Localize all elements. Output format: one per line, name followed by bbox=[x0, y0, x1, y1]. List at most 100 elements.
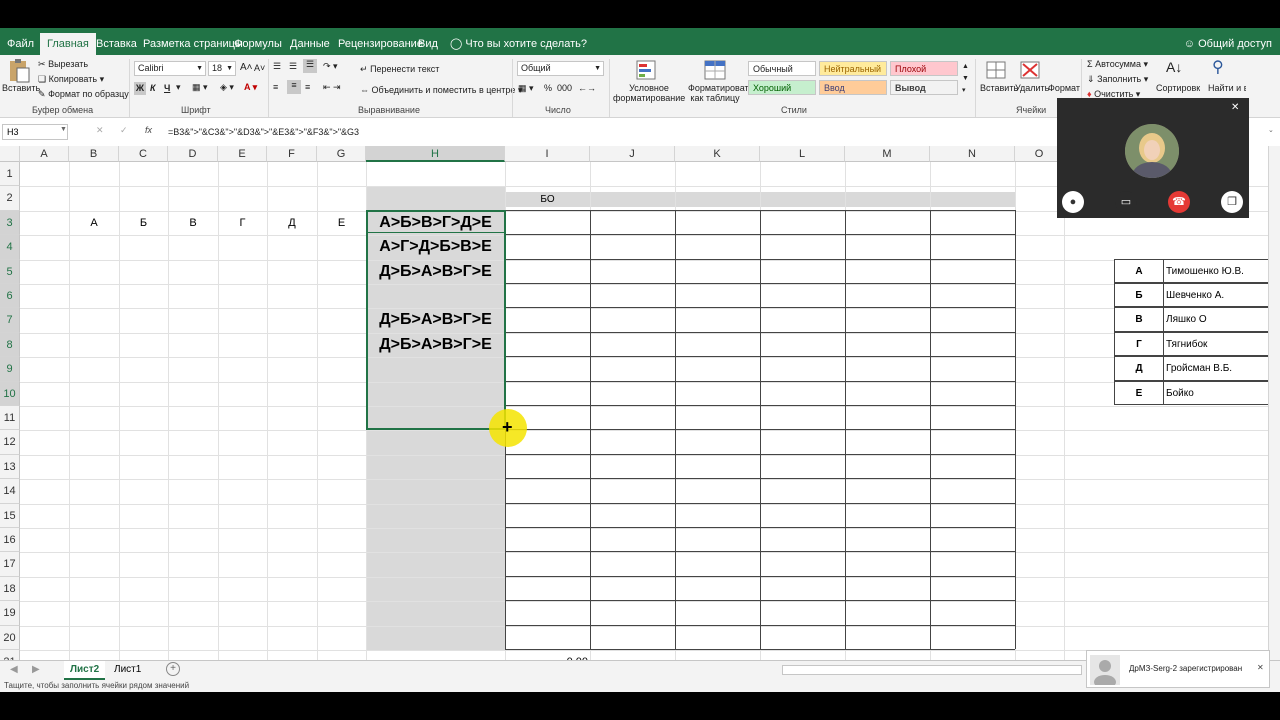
column-header-d[interactable]: D bbox=[168, 146, 218, 162]
style-good[interactable]: Хороший bbox=[748, 80, 816, 95]
prev-sheet-icon[interactable]: ◀ bbox=[10, 664, 18, 675]
currency-icon[interactable]: ▦ ▾ bbox=[518, 83, 534, 94]
row-header-13[interactable]: 13 bbox=[0, 454, 20, 480]
column-header-a[interactable]: A bbox=[20, 146, 69, 162]
check-icon[interactable]: ✓ bbox=[120, 125, 128, 136]
formula-input[interactable]: =B3&">"&C3&">"&D3&">"&E3&">"&F3&">"&G3 bbox=[168, 124, 359, 140]
align-top-icon[interactable]: ☰ bbox=[273, 61, 281, 72]
underline-button[interactable]: Ч bbox=[164, 82, 170, 95]
row-header-19[interactable]: 19 bbox=[0, 601, 20, 626]
add-sheet-icon[interactable]: + bbox=[166, 662, 180, 676]
align-bottom-icon[interactable]: ☰ bbox=[303, 59, 317, 73]
select-all-corner[interactable] bbox=[0, 146, 20, 162]
orientation-icon[interactable]: ↷ ▾ bbox=[323, 61, 338, 72]
switch-window-icon[interactable]: ❐ bbox=[1221, 191, 1243, 213]
legend-name[interactable]: Тягнибок bbox=[1164, 331, 1270, 357]
row-header-7[interactable]: 7 bbox=[0, 308, 20, 333]
indent-icon[interactable]: ⇤ ⇥ bbox=[323, 82, 341, 93]
worksheet-grid[interactable]: A B C D E F G H I J K L M N O 1 2 3 4 5 6 7 8 9 10 11 12 13 14 15 16 17… bbox=[0, 146, 1280, 700]
copy-button[interactable]: ❏ Копировать ▾ bbox=[38, 74, 104, 85]
cell-header-letter[interactable]: Д bbox=[267, 211, 317, 235]
grow-font-button[interactable]: A˄ bbox=[240, 62, 253, 73]
sheet-tab-list2[interactable]: Лист2 bbox=[64, 661, 106, 680]
expand-formula-icon[interactable]: ⌄ bbox=[1268, 126, 1274, 134]
thousands-button[interactable]: 000 bbox=[557, 83, 572, 93]
format-cells-button[interactable]: Формат bbox=[1048, 83, 1080, 93]
row-header-9[interactable]: 9 bbox=[0, 357, 20, 382]
insert-cells-button[interactable]: Вставить bbox=[980, 83, 1018, 93]
row-header-16[interactable]: 16 bbox=[0, 528, 20, 553]
italic-button[interactable]: К bbox=[150, 82, 156, 95]
column-header-f[interactable]: F bbox=[267, 146, 317, 162]
name-box[interactable]: H3 bbox=[2, 124, 68, 140]
row-header-12[interactable]: 12 bbox=[0, 430, 20, 455]
style-bad[interactable]: Плохой bbox=[890, 61, 958, 76]
align-left-icon[interactable]: ≡ bbox=[273, 82, 278, 92]
close-icon[interactable]: ✕ bbox=[1231, 102, 1239, 113]
legend-key[interactable]: Г bbox=[1114, 331, 1164, 357]
row-header-20[interactable]: 20 bbox=[0, 625, 20, 650]
paste-button[interactable]: Вставить bbox=[2, 83, 40, 93]
legend-key[interactable]: Е bbox=[1114, 380, 1164, 405]
percent-button[interactable]: % bbox=[544, 83, 552, 93]
wrap-text-button[interactable]: ↵ Перенести текст bbox=[360, 64, 439, 75]
styles-scroll-icon[interactable]: ▲ ▼ ▾ bbox=[962, 61, 969, 97]
cell-header-letter[interactable]: Г bbox=[218, 211, 267, 235]
column-header-n[interactable]: N bbox=[930, 146, 1015, 162]
next-sheet-icon[interactable]: ▶ bbox=[32, 664, 40, 675]
row-header-6[interactable]: 6 bbox=[0, 284, 20, 309]
autosum-button[interactable]: Σ Автосумма ▾ bbox=[1087, 59, 1148, 70]
camera-off-icon[interactable]: ▭ bbox=[1115, 191, 1137, 213]
notification-toast[interactable]: ДрМЗ-Serg-2 зарегистрирован ✕ bbox=[1086, 650, 1270, 689]
column-header-k[interactable]: K bbox=[675, 146, 760, 162]
chevron-down-icon[interactable]: ▼ bbox=[60, 126, 67, 133]
cell-header-letter[interactable]: Е bbox=[317, 211, 366, 235]
format-as-table-button[interactable]: Форматировать как таблицу bbox=[688, 83, 753, 103]
column-header-m[interactable]: M bbox=[845, 146, 930, 162]
cell-i2[interactable]: БО bbox=[505, 186, 590, 210]
column-header-g[interactable]: G bbox=[317, 146, 366, 162]
style-input[interactable]: Ввод bbox=[819, 80, 887, 95]
vertical-scrollbar[interactable] bbox=[1268, 146, 1280, 661]
cancel-icon[interactable]: ✕ bbox=[96, 125, 104, 136]
font-color-icon[interactable]: A ▾ bbox=[244, 82, 257, 93]
style-neutral[interactable]: Нейтральный bbox=[819, 61, 887, 76]
tab-data[interactable]: Данные bbox=[283, 28, 337, 55]
fill-color-icon[interactable]: ◈ ▾ bbox=[220, 82, 234, 93]
column-header-b[interactable]: B bbox=[69, 146, 119, 162]
tell-me-search[interactable]: ◯ Что вы хотите сделать? bbox=[450, 28, 587, 55]
align-right-icon[interactable]: ≡ bbox=[305, 82, 310, 92]
bold-button[interactable]: Ж bbox=[134, 82, 146, 95]
style-output[interactable]: Вывод bbox=[890, 80, 958, 95]
style-normal[interactable]: Обычный bbox=[748, 61, 816, 76]
legend-key[interactable]: В bbox=[1114, 307, 1164, 332]
legend-name[interactable]: Тимошенко Ю.В. bbox=[1164, 258, 1270, 283]
column-header-e[interactable]: E bbox=[218, 146, 267, 162]
delete-cells-button[interactable]: Удалить bbox=[1015, 83, 1049, 93]
find-select-button[interactable]: Найти и выделить bbox=[1208, 83, 1246, 93]
row-header-4[interactable]: 4 bbox=[0, 235, 20, 260]
row-header-18[interactable]: 18 bbox=[0, 576, 20, 602]
legend-name[interactable]: Гройсман В.Б. bbox=[1164, 356, 1270, 381]
video-call-window[interactable]: ✕ ● ▭ ☎ ❐ bbox=[1057, 98, 1249, 218]
cell-header-letter[interactable]: А bbox=[69, 211, 119, 235]
microphone-icon[interactable]: ● bbox=[1062, 191, 1084, 213]
row-header-1[interactable]: 1 bbox=[0, 162, 20, 187]
legend-key[interactable]: Д bbox=[1114, 356, 1164, 381]
shrink-font-button[interactable]: A˅ bbox=[254, 63, 265, 73]
chevron-down-icon[interactable]: ▾ bbox=[176, 82, 181, 93]
align-center-icon[interactable]: ≡ bbox=[287, 80, 301, 94]
font-size-select[interactable]: 18 ▼ bbox=[208, 61, 236, 76]
column-header-j[interactable]: J bbox=[590, 146, 675, 162]
row-header-5[interactable]: 5 bbox=[0, 259, 20, 284]
close-icon[interactable]: ✕ bbox=[1257, 663, 1264, 672]
row-header-11[interactable]: 11 bbox=[0, 406, 20, 431]
decimal-icon[interactable]: ←→ bbox=[578, 83, 596, 93]
cell-header-letter[interactable]: Б bbox=[119, 211, 168, 235]
tab-view[interactable]: Вид bbox=[411, 28, 445, 55]
align-middle-icon[interactable]: ☰ bbox=[289, 61, 297, 72]
conditional-format-button[interactable]: Условное форматирование bbox=[613, 83, 685, 103]
font-name-select[interactable]: Calibri ▼ bbox=[134, 61, 206, 76]
tab-file[interactable]: Файл bbox=[0, 28, 41, 55]
legend-name[interactable]: Бойко bbox=[1164, 380, 1270, 405]
